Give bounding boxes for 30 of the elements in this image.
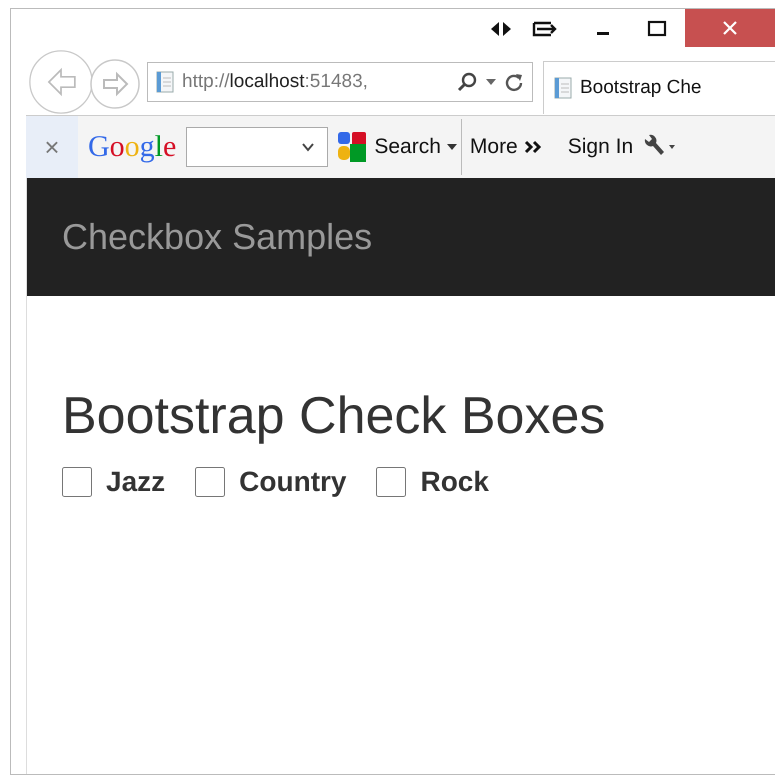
- checkbox[interactable]: [195, 467, 226, 497]
- search-button[interactable]: Search: [336, 130, 457, 164]
- arrows-icon[interactable]: [489, 20, 513, 38]
- brand-link[interactable]: Checkbox Samples: [62, 216, 372, 258]
- double-chevron-icon: [524, 140, 544, 154]
- more-button[interactable]: More: [470, 135, 544, 159]
- refresh-icon[interactable]: [504, 72, 524, 92]
- toolbar-close-button[interactable]: ×: [26, 116, 78, 178]
- page-icon: [554, 76, 572, 98]
- page-heading: Bootstrap Check Boxes: [62, 386, 606, 446]
- address-bar[interactable]: http://localhost:51483,: [147, 62, 533, 102]
- pin-icon[interactable]: [531, 20, 559, 38]
- close-icon: [722, 20, 738, 36]
- browser-tab[interactable]: Bootstrap Che: [543, 60, 775, 114]
- chevron-down-icon[interactable]: [301, 142, 316, 152]
- checkbox[interactable]: [376, 467, 406, 497]
- page-icon: [156, 71, 174, 93]
- url-text: http://localhost:51483,: [182, 71, 369, 93]
- sign-in-button[interactable]: Sign In: [568, 135, 634, 159]
- dropdown-caret-icon[interactable]: [486, 79, 496, 85]
- checkbox-label: Country: [239, 466, 346, 498]
- colored-squares-icon: [336, 130, 368, 164]
- search-icon[interactable]: [456, 71, 478, 93]
- dropdown-caret-icon: [446, 144, 457, 150]
- checkbox[interactable]: [62, 467, 92, 497]
- checkbox-label: Rock: [420, 466, 489, 498]
- google-logo: Google: [88, 130, 176, 164]
- maximize-icon[interactable]: [647, 20, 667, 38]
- checkbox-label: Jazz: [106, 466, 166, 498]
- search-field[interactable]: [186, 127, 328, 167]
